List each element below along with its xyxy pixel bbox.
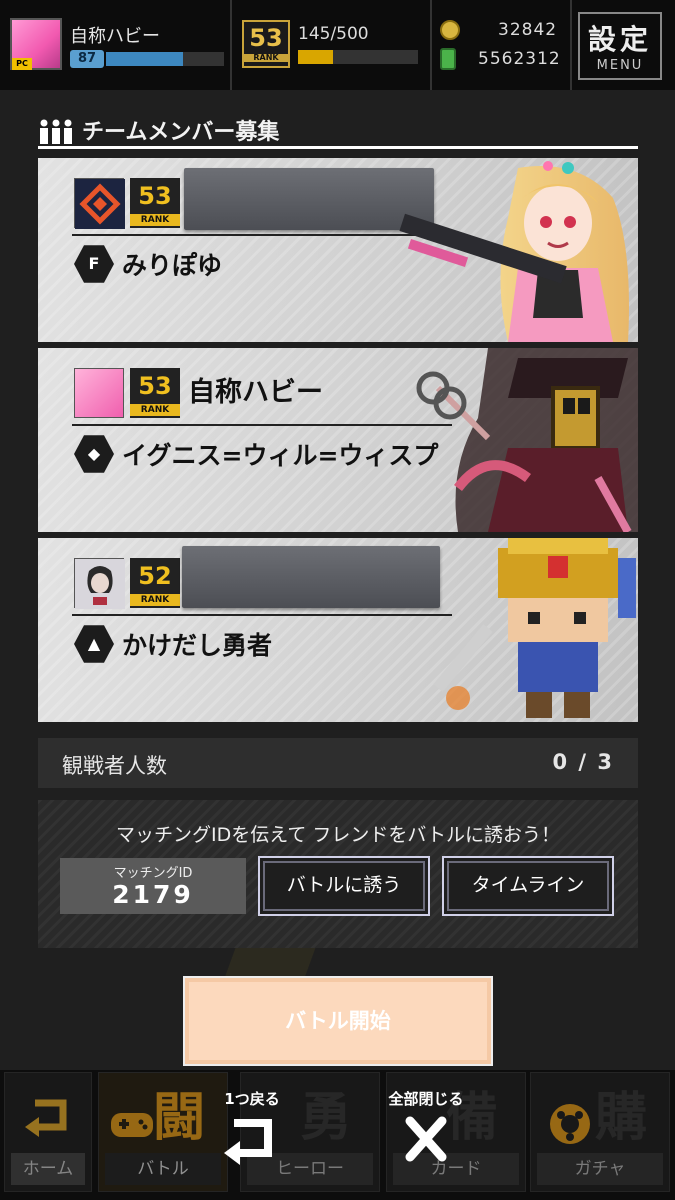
rank-exp-text: 145/500 [298, 24, 369, 44]
nav-kanji: 購 [594, 1088, 647, 1148]
section-title: チームメンバー募集 [82, 120, 280, 145]
member-rank-badge: 53 RANK [130, 368, 180, 418]
hero-class-icon: ▲ [74, 625, 114, 663]
player-panel[interactable]: PC 自称ハビー 87 [0, 0, 232, 90]
close-all-button[interactable]: 全部閉じる [372, 1088, 480, 1173]
player-name: 自称ハビー [70, 26, 160, 47]
rank-panel: 53 RANK 145/500 [232, 0, 432, 90]
hero-name: かけだし勇者 [122, 631, 273, 660]
coin-icon [440, 20, 460, 40]
hero-portrait [399, 161, 629, 342]
member-avatar [74, 178, 125, 229]
gem-icon [440, 48, 456, 70]
timeline-button[interactable]: タイムライン [442, 856, 614, 916]
section-underline [38, 146, 638, 149]
section-header: チームメンバー募集 [38, 112, 638, 150]
matching-id-box: マッチングID 2179 [60, 858, 246, 914]
nav-home[interactable]: ホーム [4, 1072, 92, 1192]
hero-portrait [433, 538, 636, 718]
nav-label: バトル [105, 1153, 221, 1185]
nav-gacha[interactable]: 購 ガチャ [530, 1072, 670, 1192]
level-progress-bar [106, 52, 224, 66]
team-icon [40, 119, 72, 144]
gem-count: 5562312 [478, 49, 561, 69]
nav-label: ガチャ [537, 1153, 663, 1185]
start-battle-button[interactable]: バトル開始 [183, 976, 493, 1066]
hero-name: みりぽゆ [122, 251, 223, 280]
member-name: 自称ハビー [188, 377, 323, 408]
close-icon [405, 1116, 447, 1162]
back-one-label: 1つ戻る [224, 1090, 280, 1108]
home-back-icon [25, 1099, 67, 1137]
matching-message: マッチングIDを伝えて フレンドをバトルに誘おう！ [116, 824, 560, 846]
player-level: 87 [70, 50, 104, 68]
member-avatar [74, 368, 124, 418]
hero-class-icon: ◆ [74, 435, 114, 473]
member-card[interactable]: 53 RANK F みりぽゆ [38, 158, 638, 342]
coin-count: 32842 [498, 20, 558, 40]
bottom-navigation: ホーム 闘 バトル 勇 ヒーロー 備 カード 購 ガチャ [0, 1070, 675, 1200]
top-status-bar: PC 自称ハビー 87 53 RANK 145/500 32842 5562312… [0, 0, 675, 90]
settings-menu-button[interactable]: 設定 MENU [578, 12, 662, 80]
matching-id-label: マッチングID [113, 866, 193, 881]
spectator-value: 0 / 3 [552, 750, 614, 774]
hero-class-icon: F [74, 245, 114, 283]
spectator-label: 観戦者人数 [62, 754, 167, 778]
member-card[interactable]: 53 RANK 自称ハビー ◆ イグニス=ウィル=ウィスプ [38, 348, 638, 532]
close-all-label: 全部閉じる [388, 1090, 464, 1108]
currency-panel: 32842 5562312 [432, 0, 572, 90]
platform-badge: PC [12, 58, 32, 70]
hero-name: イグニス=ウィル=ウィスプ [122, 441, 439, 470]
redacted-member-name [184, 168, 434, 230]
undo-arrow-icon [224, 1119, 272, 1165]
matching-panel: マッチングIDを伝えて フレンドをバトルに誘おう！ マッチングID 2179 バ… [38, 800, 638, 948]
spectator-count-row: 観戦者人数 0 / 3 [38, 738, 638, 788]
rank-badge: 53 RANK [242, 20, 290, 68]
member-rank-badge: 52 RANK [130, 558, 180, 608]
member-rank-badge: 53 RANK [130, 178, 180, 228]
invite-to-battle-button[interactable]: バトルに誘う [258, 856, 430, 916]
back-one-button[interactable]: 1つ戻る [212, 1088, 292, 1173]
matching-id-value: 2179 [112, 880, 194, 909]
nav-battle[interactable]: 闘 バトル [98, 1072, 228, 1192]
member-card[interactable]: 52 RANK ▲ かけだし勇者 [38, 538, 638, 722]
member-avatar [74, 558, 125, 609]
hero-portrait [416, 348, 638, 532]
rank-exp-bar [298, 50, 418, 64]
background-decoration [224, 948, 316, 978]
nav-label: ホーム [11, 1153, 85, 1185]
